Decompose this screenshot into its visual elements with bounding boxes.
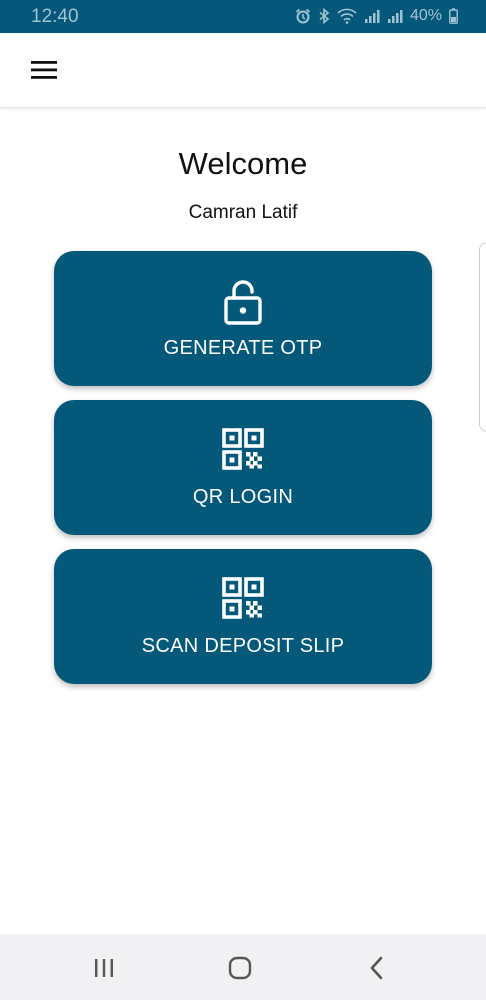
alarm-icon: [295, 8, 311, 24]
qr-login-label: QR LOGIN: [192, 486, 294, 508]
signal-icon: [364, 8, 380, 24]
qr-login-button[interactable]: QR LOGIN: [54, 400, 432, 535]
qr-code-icon: [54, 428, 432, 470]
status-time: 12:40: [31, 6, 79, 27]
wifi-icon: [337, 8, 357, 24]
hamburger-menu-icon[interactable]: [26, 55, 62, 85]
back-icon[interactable]: [362, 953, 392, 983]
generate-otp-button[interactable]: GENERATE OTP: [54, 251, 432, 386]
status-bar: 12:40 40%: [0, 0, 486, 33]
recent-apps-icon[interactable]: [89, 953, 119, 983]
battery-icon: [449, 8, 458, 24]
qr-code-icon: [54, 577, 432, 619]
scan-deposit-slip-label: SCAN DEPOSIT SLIP: [141, 635, 345, 657]
bluetooth-icon: [318, 8, 330, 24]
generate-otp-label: GENERATE OTP: [163, 337, 323, 359]
status-icons: 40%: [295, 7, 458, 25]
battery-percentage: 40%: [409, 7, 442, 24]
welcome-title: Welcome: [178, 146, 308, 181]
edge-panel-handle[interactable]: [479, 242, 486, 432]
scan-deposit-slip-button[interactable]: SCAN DEPOSIT SLIP: [54, 549, 432, 684]
lock-icon: [54, 279, 432, 325]
navigation-bar: [0, 934, 486, 1000]
signal-icon: [387, 8, 403, 24]
app-bar: [0, 33, 486, 108]
home-icon[interactable]: [225, 953, 255, 983]
user-name: Camran Latif: [188, 202, 298, 223]
